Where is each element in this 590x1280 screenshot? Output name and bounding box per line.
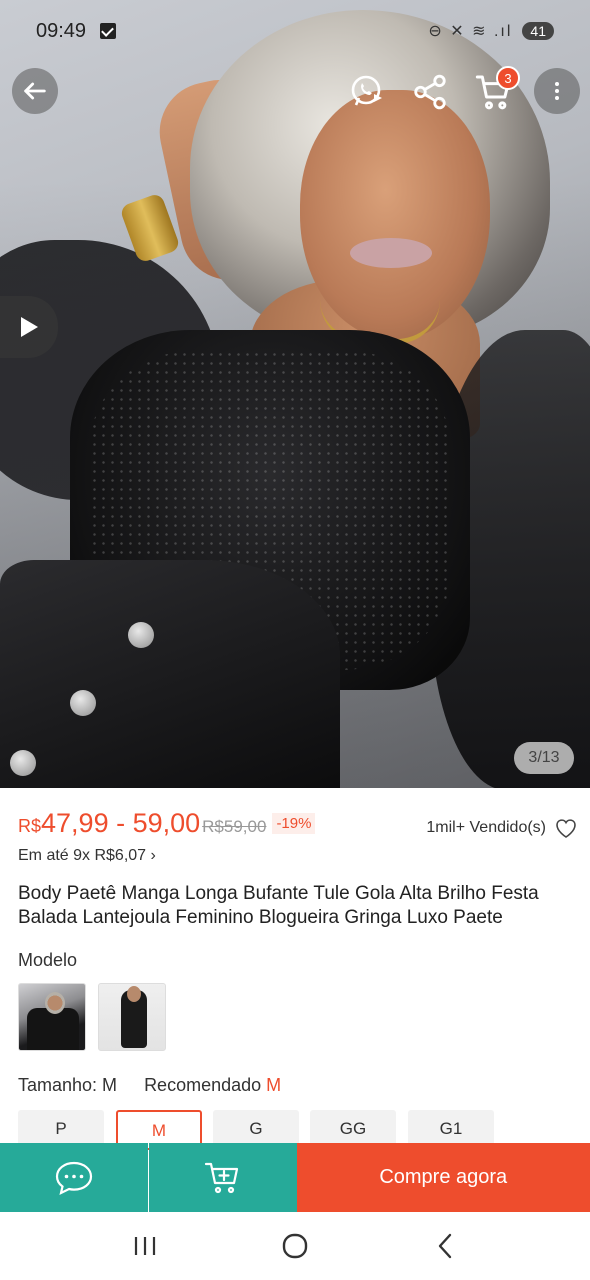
whatsapp-share-button[interactable] bbox=[346, 70, 390, 114]
image-button bbox=[10, 750, 36, 776]
variant-label: Modelo bbox=[18, 950, 78, 970]
product-title: Body Paetê Manga Longa Bufante Tule Gola… bbox=[18, 883, 539, 928]
arrow-left-icon bbox=[24, 82, 46, 100]
chat-button[interactable] bbox=[0, 1143, 148, 1212]
variant-thumb-1[interactable] bbox=[18, 983, 86, 1051]
installments-link[interactable]: Em até 9x R$6,07 › bbox=[18, 847, 156, 865]
home-icon bbox=[282, 1233, 308, 1259]
cart-count-badge: 3 bbox=[496, 66, 520, 90]
recent-apps-button[interactable] bbox=[115, 1226, 175, 1266]
image-pants bbox=[0, 560, 340, 788]
play-video-button[interactable] bbox=[0, 296, 58, 358]
more-vertical-icon bbox=[555, 82, 559, 100]
size-label: Tamanho: M bbox=[18, 1075, 118, 1095]
image-lips bbox=[350, 238, 432, 268]
price-row: R$ 47,99 - 59,00 R$59,00 -19% 1mil+ Vend… bbox=[18, 808, 578, 844]
buy-now-button[interactable]: Compre agora bbox=[296, 1143, 590, 1212]
original-price: R$59,00 bbox=[202, 817, 267, 836]
add-to-cart-icon bbox=[204, 1162, 238, 1193]
chevron-left-icon bbox=[438, 1233, 452, 1259]
nav-back-button[interactable] bbox=[415, 1226, 475, 1266]
product-image[interactable] bbox=[0, 0, 590, 788]
status-right: ⊖ ✕ ≋ .ıl 41 bbox=[428, 21, 554, 41]
status-bar: 09:49 ⊖ ✕ ≋ .ıl 41 bbox=[0, 0, 590, 62]
variant-thumb-2[interactable] bbox=[98, 983, 166, 1051]
price-currency: R$ bbox=[18, 816, 42, 836]
heart-icon[interactable] bbox=[554, 817, 578, 839]
image-counter: 3/13 bbox=[514, 742, 574, 774]
share-icon bbox=[414, 74, 446, 110]
bottom-action-bar: Compre agora bbox=[0, 1143, 590, 1212]
size-label-row: Tamanho: M Recomendado M bbox=[18, 1075, 281, 1096]
notification-check-icon bbox=[100, 23, 117, 39]
back-button[interactable] bbox=[12, 68, 58, 114]
sold-count: 1mil+ Vendido(s) bbox=[426, 817, 578, 839]
discount-badge: -19% bbox=[272, 813, 316, 834]
network-icons: ⊖ ✕ ≋ .ıl bbox=[428, 23, 513, 40]
recommended-value: M bbox=[266, 1075, 282, 1095]
thumb-head bbox=[127, 986, 141, 1002]
share-button[interactable] bbox=[408, 70, 452, 114]
recommended-label: Recomendado bbox=[144, 1075, 262, 1095]
recent-apps-icon bbox=[134, 1237, 156, 1255]
sold-count-text: 1mil+ Vendido(s) bbox=[426, 819, 546, 836]
whatsapp-share-icon bbox=[351, 75, 382, 106]
add-to-cart-button[interactable] bbox=[148, 1143, 297, 1212]
chat-icon bbox=[55, 1161, 92, 1195]
play-icon bbox=[21, 317, 38, 337]
image-button bbox=[70, 690, 96, 716]
image-button bbox=[128, 622, 154, 648]
system-nav-bar bbox=[0, 1212, 590, 1280]
home-button[interactable] bbox=[265, 1226, 325, 1266]
battery-indicator: 41 bbox=[522, 22, 554, 40]
status-time: 09:49 bbox=[36, 19, 87, 42]
thumb-head bbox=[45, 992, 65, 1014]
more-options-button[interactable] bbox=[534, 68, 580, 114]
thumb-figure bbox=[27, 1008, 79, 1050]
price-range: 47,99 - 59,00 bbox=[41, 808, 201, 838]
